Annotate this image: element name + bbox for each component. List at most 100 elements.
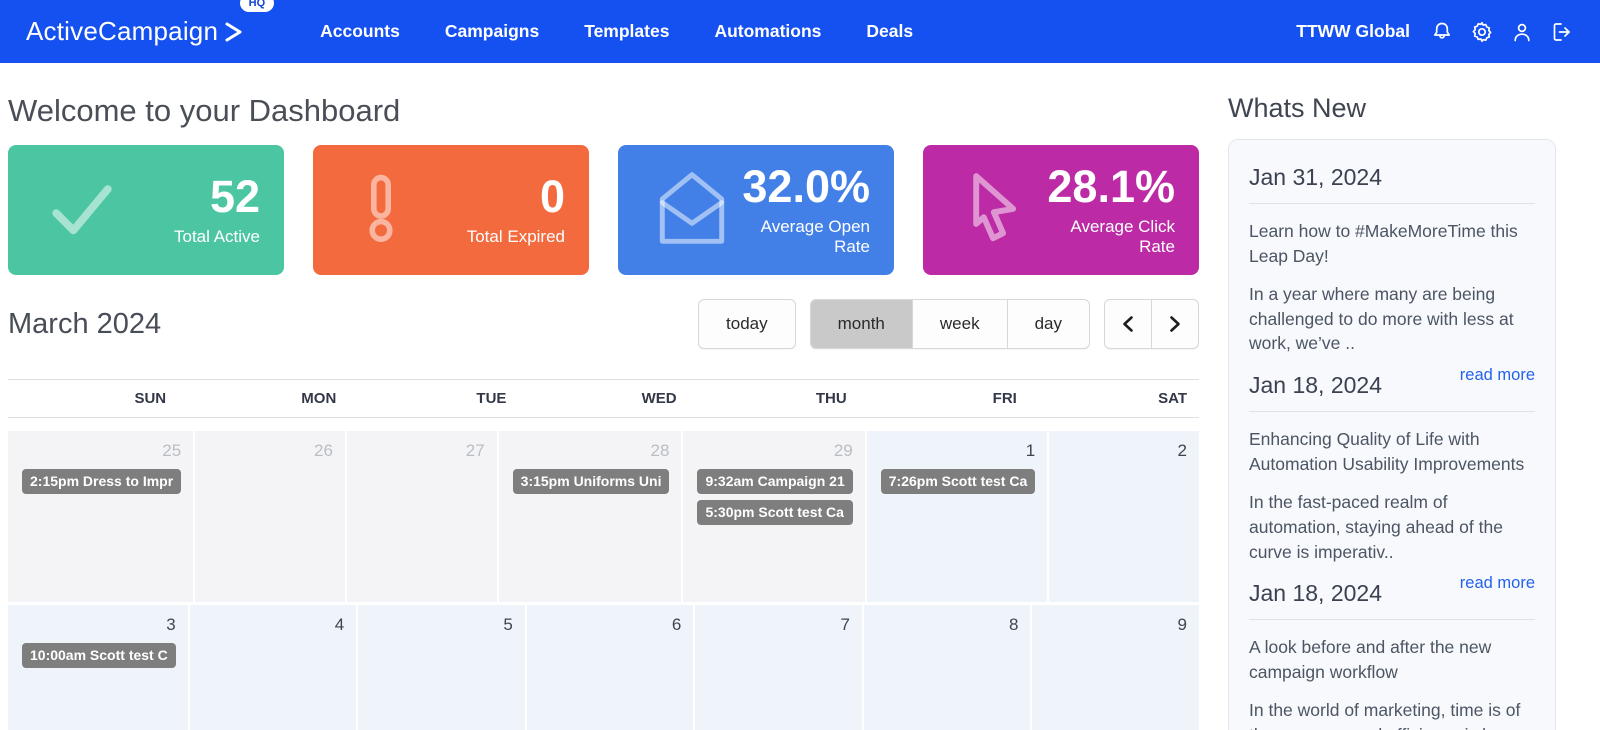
day-number: 2 <box>1049 437 1199 467</box>
nav-item-campaigns[interactable]: Campaigns <box>445 21 539 42</box>
calendar-day-cell: 8 <box>864 605 1031 730</box>
day-events <box>864 641 1031 643</box>
prev-button[interactable] <box>1105 300 1151 348</box>
calendar-header: March 2024 today monthweekday <box>8 299 1199 349</box>
calendar-day-cell: 299:32am Campaign 21 5:30pm Scott test Ca <box>683 431 864 602</box>
nav-item-templates[interactable]: Templates <box>584 21 669 42</box>
calendar-grid: 252:15pm Dress to Impr2627283:15pm Unifo… <box>8 431 1199 730</box>
brand-chevron-icon <box>224 21 244 43</box>
stat-label: Total Expired <box>467 227 565 247</box>
day-number: 26 <box>195 437 345 467</box>
stat-value: 0 <box>467 173 565 220</box>
day-events: 3:15pm Uniforms Uni <box>499 467 682 494</box>
day-events <box>1049 467 1199 469</box>
day-number: 28 <box>499 437 682 467</box>
calendar-week-row: 252:15pm Dress to Impr2627283:15pm Unifo… <box>8 431 1199 602</box>
stat-value: 52 <box>174 173 260 220</box>
logout-icon[interactable] <box>1550 20 1574 44</box>
nav-item-accounts[interactable]: Accounts <box>320 21 400 42</box>
day-number: 5 <box>358 611 525 641</box>
stat-label: Average Click Rate <box>1035 217 1175 257</box>
calendar-day-headers: SUNMONTUEWEDTHUFRISAT <box>8 379 1199 418</box>
calendar-day-cell: 17:26pm Scott test Ca <box>867 431 1047 602</box>
news-divider <box>1249 411 1535 412</box>
day-header-thu: THU <box>689 390 859 407</box>
calendar-toolbar: today monthweekday <box>698 299 1199 349</box>
day-events <box>358 641 525 643</box>
calendar-week-row: 310:00am Scott test C456789 <box>8 605 1199 730</box>
account-name[interactable]: TTWW Global <box>1296 21 1410 42</box>
today-button[interactable]: today <box>698 299 796 349</box>
calendar-event[interactable]: 5:30pm Scott test Ca <box>697 500 852 525</box>
cursor-icon <box>951 163 1035 258</box>
open-envelope-icon <box>646 163 738 258</box>
day-events: 10:00am Scott test C <box>8 641 188 668</box>
nav-item-automations[interactable]: Automations <box>714 21 821 42</box>
day-events <box>527 641 694 643</box>
day-events: 2:15pm Dress to Impr <box>8 467 193 494</box>
nav-item-deals[interactable]: Deals <box>866 21 913 42</box>
gear-icon[interactable] <box>1470 20 1494 44</box>
main-nav: Accounts Campaigns Templates Automations Dea… <box>320 21 913 42</box>
chevron-left-icon <box>1121 315 1135 333</box>
news-item: Jan 18, 2024A look before and after the … <box>1249 580 1535 730</box>
check-icon <box>36 165 128 256</box>
user-icon[interactable] <box>1510 20 1534 44</box>
stat-card-total-active: 52Total Active <box>8 145 284 275</box>
calendar-day-cell: 5 <box>358 605 525 730</box>
calendar-event[interactable]: 2:15pm Dress to Impr <box>22 469 181 494</box>
calendar-event[interactable]: 7:26pm Scott test Ca <box>881 469 1035 494</box>
day-events <box>190 641 357 643</box>
news-date: Jan 31, 2024 <box>1249 164 1535 191</box>
day-header-tue: TUE <box>348 390 518 407</box>
day-events <box>195 467 345 469</box>
day-header-mon: MON <box>178 390 348 407</box>
day-number: 27 <box>347 437 497 467</box>
stats-row: 52Total Active 0 Total Expired 32.0%Average… <box>8 145 1199 275</box>
exclamation-icon <box>341 165 421 256</box>
page-body: Welcome to your Dashboard 52Total Active… <box>0 63 1600 730</box>
whats-new-title: Whats New <box>1228 93 1556 124</box>
calendar-day-cell: 4 <box>190 605 357 730</box>
news-item-body: In the fast-paced realm of automation, s… <box>1249 490 1535 565</box>
calendar-event[interactable]: 9:32am Campaign 21 <box>697 469 852 494</box>
dashboard-main: Welcome to your Dashboard 52Total Active… <box>8 63 1199 730</box>
calendar-title: March 2024 <box>8 308 161 341</box>
view-button-day[interactable]: day <box>1007 300 1089 348</box>
day-number: 6 <box>527 611 694 641</box>
calendar-day-cell: 252:15pm Dress to Impr <box>8 431 193 602</box>
stat-value: 28.1% <box>1035 163 1175 210</box>
day-header-sun: SUN <box>8 390 178 407</box>
day-number: 1 <box>867 437 1047 467</box>
view-button-week[interactable]: week <box>912 300 1007 348</box>
calendar-day-cell: 2 <box>1049 431 1199 602</box>
news-item-title: A look before and after the new campaign… <box>1249 635 1535 685</box>
day-number: 9 <box>1032 611 1199 641</box>
calendar-day-cell: 6 <box>527 605 694 730</box>
news-card: Jan 31, 2024 Learn how to #MakeMoreTime t… <box>1228 139 1556 730</box>
calendar-day-cell: 283:15pm Uniforms Uni <box>499 431 682 602</box>
day-events <box>695 641 862 643</box>
view-button-month[interactable]: month <box>811 300 912 348</box>
next-button[interactable] <box>1151 300 1198 348</box>
calendar-day-cell: 27 <box>347 431 497 602</box>
day-number: 8 <box>864 611 1031 641</box>
bell-icon[interactable] <box>1430 20 1454 44</box>
stat-card-average-click-rate: 28.1% Average Click Rate <box>923 145 1199 275</box>
day-number: 4 <box>190 611 357 641</box>
calendar-event[interactable]: 3:15pm Uniforms Uni <box>513 469 670 494</box>
activecampaign-logo[interactable]: ActiveCampaign HQ <box>26 16 244 47</box>
day-header-sat: SAT <box>1029 390 1199 407</box>
news-item-title: Enhancing Quality of Life with Automatio… <box>1249 427 1535 477</box>
topbar-right: TTWW Global <box>1296 20 1574 44</box>
day-number: 7 <box>695 611 862 641</box>
day-number: 25 <box>8 437 193 467</box>
day-events <box>347 467 497 469</box>
day-number: 29 <box>683 437 864 467</box>
news-item-title: Learn how to #MakeMoreTime this Leap Day… <box>1249 219 1535 269</box>
stat-card-total-expired: 0 Total Expired <box>313 145 589 275</box>
news-item: Jan 18, 2024Enhancing Quality of Life wi… <box>1249 372 1535 593</box>
stat-card-average-open-rate: 32.0%Average Open Rate <box>618 145 894 275</box>
calendar-event[interactable]: 10:00am Scott test C <box>22 643 176 668</box>
day-events: 9:32am Campaign 21 5:30pm Scott test Ca <box>683 467 864 525</box>
